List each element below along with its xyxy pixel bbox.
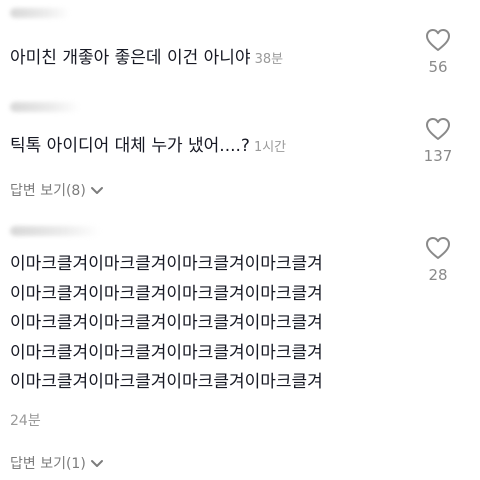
view-replies-label: 답변 보기(1) — [10, 456, 86, 472]
username-blurred — [10, 8, 70, 18]
view-replies-label: 답변 보기(8) — [10, 183, 86, 199]
comment-time: 24분 — [10, 413, 41, 429]
view-replies-button[interactable]: 답변 보기(1) — [10, 453, 104, 473]
comment-time: 1시간 — [253, 140, 287, 155]
comment-line: 이마크클겨이마크클겨이마크클겨이마크클겨 — [10, 283, 323, 304]
heart-outline-icon — [426, 118, 450, 140]
like-button[interactable]: 137 — [416, 117, 460, 165]
username-blurred — [10, 226, 100, 236]
username-blurred — [10, 102, 80, 112]
comment-line: 이마크클겨이마크클겨이마크클겨이마크클겨 — [10, 313, 323, 333]
comment-line: 이마크클겨이마크클겨이마크클겨이마크클겨 — [10, 342, 323, 363]
comment-line: 이마크클겨이마크클겨이마크클겨이마크클겨 — [10, 372, 323, 392]
view-replies-button[interactable]: 답변 보기(8) — [10, 180, 104, 200]
like-count: 137 — [423, 147, 453, 165]
comment-text: 이마크클겨이마크클겨이마크클겨이마크클겨 이마크클겨이마크클겨이마크클겨이마크클… — [10, 250, 323, 398]
chevron-down-icon — [90, 186, 103, 194]
heart-outline-icon — [426, 29, 450, 51]
heart-outline-icon — [426, 237, 450, 259]
like-button[interactable]: 28 — [416, 236, 460, 284]
like-button[interactable]: 56 — [416, 28, 460, 76]
comment-text: 틱톡 아이디어 대체 누가 냈어....? 1시간 — [10, 136, 287, 156]
like-count: 28 — [428, 266, 448, 284]
comment-text: 아미친 개좋아 좋은데 이건 아니야 38분 — [10, 48, 284, 68]
comment-time: 38분 — [254, 52, 284, 67]
comment-line: 이마크클겨이마크클겨이마크클겨이마크클겨 — [10, 254, 323, 274]
like-count: 56 — [428, 58, 448, 76]
chevron-down-icon — [90, 459, 103, 467]
